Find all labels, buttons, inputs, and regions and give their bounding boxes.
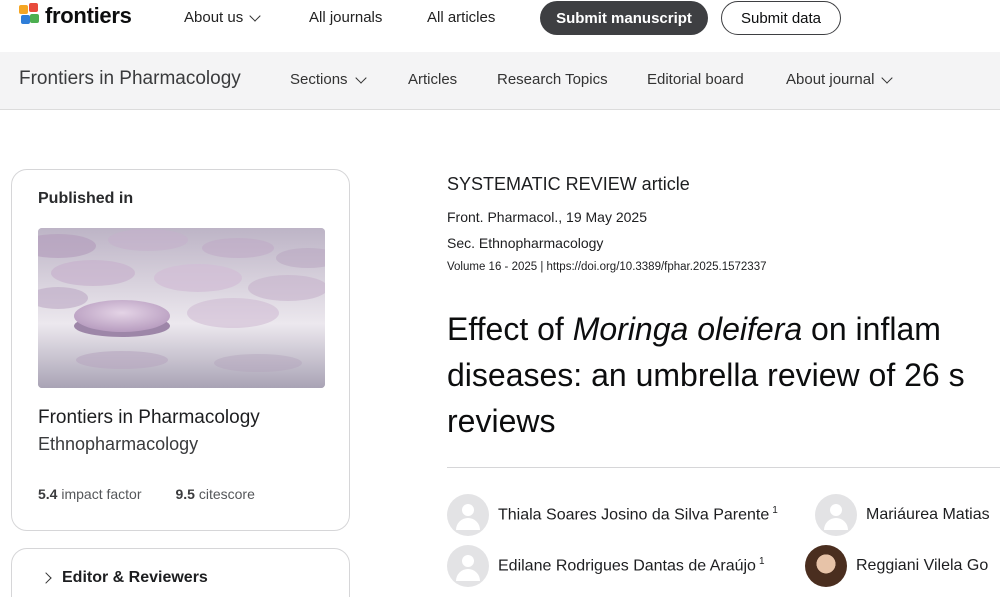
article-journal-date: Front. Pharmacol., 19 May 2025 [447, 209, 647, 225]
journal-nav-editorial-board[interactable]: Editorial board [647, 71, 744, 88]
journal-metrics: 5.4 impact factor 9.5 citescore [38, 486, 255, 502]
editor-reviewers-panel[interactable]: Editor & Reviewers [11, 548, 350, 597]
published-journal-name[interactable]: Frontiers in Pharmacology [38, 407, 260, 429]
chevron-down-icon [881, 71, 894, 84]
author-name: Reggiani Vilela Go [856, 557, 988, 575]
editor-reviewers-toggle[interactable]: Editor & Reviewers [40, 569, 208, 587]
journal-nav-about-journal-label: About journal [786, 71, 875, 88]
author-name: Edilane Rodrigues Dantas de Araújo 1 [498, 556, 765, 575]
journal-nav-sections-label: Sections [290, 71, 348, 88]
journal-nav-editorial-board-label: Editorial board [647, 71, 744, 88]
journal-navigation: Frontiers in Pharmacology Sections Artic… [0, 52, 1000, 110]
author-3[interactable]: Edilane Rodrigues Dantas de Araújo 1 [447, 545, 765, 587]
article-type: SYSTEMATIC REVIEW article [447, 174, 690, 194]
author-1-affiliation: 1 [772, 505, 778, 517]
submit-data-button[interactable]: Submit data [721, 1, 841, 35]
journal-cover-image[interactable] [38, 228, 325, 388]
author-3-affiliation: 1 [758, 556, 765, 568]
citescore-value: 9.5 [175, 486, 195, 502]
journal-nav-articles-label: Articles [408, 71, 458, 88]
journal-nav-research-topics[interactable]: Research Topics [497, 71, 608, 88]
author-4[interactable]: Reggiani Vilela Go [805, 545, 988, 587]
author-1[interactable]: Thiala Soares Josino da Silva Parente 1 [447, 494, 778, 536]
author-photo [805, 545, 847, 587]
author-2[interactable]: Mariáurea Matias [815, 494, 990, 536]
article-title-line-3: reviews [447, 403, 556, 439]
pills-image [38, 228, 325, 388]
title-line1-end: on inflam [802, 311, 941, 347]
top-navigation: frontiers About us All journals All arti… [0, 0, 1000, 52]
nav-all-journals-label: All journals [309, 9, 383, 26]
chevron-down-icon [354, 71, 367, 84]
author-1-name: Thiala Soares Josino da Silva Parente [498, 506, 770, 524]
user-avatar-icon [447, 545, 489, 587]
title-prefix: Effect of [447, 311, 573, 347]
article-volume-doi[interactable]: Volume 16 - 2025 | https://doi.org/10.33… [447, 261, 766, 273]
impact-factor-value: 5.4 [38, 486, 58, 502]
author-name: Thiala Soares Josino da Silva Parente 1 [498, 505, 778, 524]
article-title: Effect of Moringa oleifera on inflam dis… [447, 306, 1000, 444]
author-4-name: Reggiani Vilela Go [856, 557, 989, 574]
frontiers-brand-text: frontiers [45, 3, 132, 28]
frontiers-logo[interactable]: frontiers [19, 3, 132, 29]
title-species: Moringa oleifera [572, 311, 803, 347]
impact-factor-metric: 5.4 impact factor [38, 486, 142, 502]
title-divider [447, 467, 1000, 468]
journal-name-link[interactable]: Frontiers in Pharmacology [19, 68, 241, 90]
nav-all-journals[interactable]: All journals [309, 9, 382, 26]
citescore-metric: 9.5 citescore [176, 486, 255, 502]
nav-all-articles[interactable]: All articles [427, 9, 495, 26]
published-in-card: Published in Frontiers in Pharmacology E… [11, 169, 350, 531]
journal-nav-about-journal[interactable]: About journal [786, 71, 894, 88]
nav-about-us-label: About us [184, 9, 244, 26]
nav-all-articles-label: All articles [427, 9, 496, 26]
article-title-line-2: diseases: an umbrella review of 26 s [447, 357, 965, 393]
journal-nav-research-topics-label: Research Topics [497, 71, 608, 88]
editor-reviewers-label: Editor & Reviewers [62, 569, 208, 586]
author-3-name: Edilane Rodrigues Dantas de Araújo [498, 557, 756, 575]
chevron-down-icon [249, 9, 261, 22]
nav-about-us[interactable]: About us [184, 9, 261, 26]
user-avatar-icon [815, 494, 857, 536]
chevron-right-icon [40, 572, 52, 584]
journal-nav-sections[interactable]: Sections [290, 71, 367, 88]
published-section-name[interactable]: Ethnopharmacology [38, 434, 198, 455]
journal-nav-articles[interactable]: Articles [408, 71, 457, 88]
published-in-heading: Published in [38, 190, 134, 207]
article-section[interactable]: Sec. Ethnopharmacology [447, 235, 603, 251]
submit-manuscript-button[interactable]: Submit manuscript [540, 1, 708, 35]
author-2-name: Mariáurea Matias [866, 506, 990, 523]
author-name: Mariáurea Matias [866, 506, 990, 524]
frontiers-logo-icon [19, 3, 41, 29]
citescore-label: citescore [198, 486, 255, 502]
impact-factor-label: impact factor [61, 486, 142, 502]
user-avatar-icon [447, 494, 489, 536]
article-title-line-1: Effect of Moringa oleifera on inflam [447, 306, 1000, 352]
